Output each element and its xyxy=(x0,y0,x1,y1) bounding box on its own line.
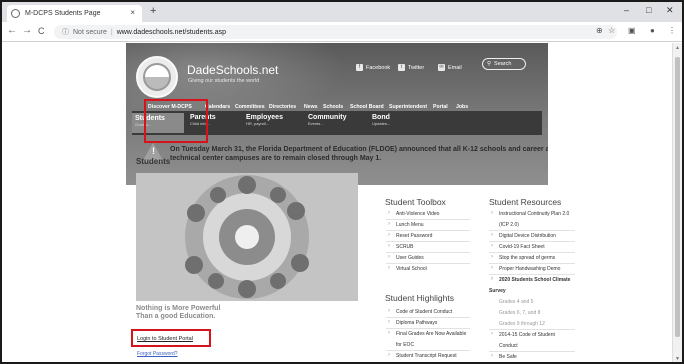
resource-subitem[interactable]: Grades 6, 7, and 8 xyxy=(499,310,540,316)
web-page: DadeSchools.net Giving our students the … xyxy=(2,43,672,362)
highlight-item[interactable]: Code of Student Conduct xyxy=(388,308,452,315)
resource-item-cont[interactable]: Survey xyxy=(489,288,506,294)
account-icon[interactable]: ● xyxy=(650,26,655,35)
address-bar[interactable]: ⓘ Not secure | www.dadeschools.net/stude… xyxy=(54,25,617,39)
toolbox-item[interactable]: Lunch Menu xyxy=(388,221,423,228)
back-icon[interactable]: ← xyxy=(7,25,17,36)
students-motto: Nothing is More Powerful Than a good Edu… xyxy=(136,305,221,320)
highlight-login xyxy=(131,329,211,347)
resource-subitem[interactable]: Grades 4 and 5 xyxy=(499,299,533,305)
resource-item[interactable]: Digital Device Distribution xyxy=(491,232,556,239)
highlight-item-cont[interactable]: for EOC xyxy=(396,342,414,348)
minimize-icon[interactable]: – xyxy=(624,5,629,15)
toolbar: ← → C ⓘ Not secure | www.dadeschools.net… xyxy=(2,22,682,42)
maximize-icon[interactable]: □ xyxy=(646,5,651,15)
menu-item-school-board[interactable]: School Board xyxy=(350,104,384,110)
highlight-item[interactable]: Diploma Pathways xyxy=(388,319,437,326)
url-separator: | xyxy=(110,28,113,36)
site-tagline: Giving our students the world xyxy=(188,78,260,84)
closure-alert: ! On Tuesday March 31, the Florida Depar… xyxy=(142,143,548,163)
resource-item[interactable]: 2014-15 Code of Student xyxy=(491,331,555,338)
close-window-icon[interactable]: ✕ xyxy=(666,5,674,16)
alert-text: On Tuesday March 31, the Florida Departm… xyxy=(170,146,548,162)
info-icon[interactable]: ⓘ xyxy=(62,27,69,37)
resource-item[interactable]: 2020 Students School Climate xyxy=(491,276,570,283)
site-search[interactable]: ⚲ Search xyxy=(482,58,526,70)
menu-item-schools[interactable]: Schools xyxy=(323,104,343,110)
browser-menu-icon[interactable]: ⋮ xyxy=(668,26,676,35)
nav-bond[interactable]: Bond Updates... xyxy=(372,114,390,127)
scroll-thumb[interactable] xyxy=(675,57,680,337)
toolbox-item[interactable]: SCRUB xyxy=(388,243,413,250)
menu-item-directories[interactable]: Directories xyxy=(269,104,296,110)
facebook-icon: f xyxy=(356,64,363,71)
toolbox-heading: Student Toolbox xyxy=(385,197,446,207)
district-logo[interactable] xyxy=(136,56,178,98)
highlight-item[interactable]: Final Grades Are Now Available xyxy=(388,330,466,337)
forgot-password-link[interactable]: Forgot Password? xyxy=(137,351,178,357)
facebook-link[interactable]: f Facebook xyxy=(356,64,390,71)
nav-employees[interactable]: Employees HR, payroll... xyxy=(246,114,283,127)
scroll-up-icon[interactable]: ▲ xyxy=(675,45,680,51)
resource-item[interactable]: Instructional Continuity Plan 2.0 xyxy=(491,210,569,217)
extension-icon[interactable]: ▣ xyxy=(628,26,636,35)
url-text[interactable]: www.dadeschools.net/students.asp xyxy=(117,29,226,36)
toolbox-item[interactable]: Anti-Violence Video xyxy=(388,210,440,217)
menu-item-jobs[interactable]: Jobs xyxy=(456,104,468,110)
security-label: Not secure xyxy=(73,28,107,36)
favicon-icon xyxy=(11,9,20,18)
highlight-item[interactable]: Student Transcript Request xyxy=(388,352,457,359)
twitter-link[interactable]: t Twitter xyxy=(398,64,424,71)
scroll-down-icon[interactable]: ▼ xyxy=(675,356,680,362)
highlights-heading: Student Highlights xyxy=(385,293,454,303)
menu-item-news[interactable]: News xyxy=(304,104,318,110)
toolbox-item[interactable]: Reset Password xyxy=(388,232,432,239)
resource-item[interactable]: Stop the spread of germs xyxy=(491,254,555,261)
resource-item-cont[interactable]: Conduct xyxy=(499,343,518,349)
twitter-icon: t xyxy=(398,64,405,71)
resources-heading: Student Resources xyxy=(489,197,562,207)
resource-item-cont[interactable]: (ICP 2.0) xyxy=(499,222,519,228)
resource-subitem[interactable]: Grades 9 through 12 xyxy=(499,321,545,327)
menu-item-portal[interactable]: Portal xyxy=(433,104,448,110)
email-link[interactable]: ✉ Email xyxy=(438,64,462,71)
new-tab-button[interactable]: + xyxy=(150,5,156,17)
nav-community[interactable]: Community Events... xyxy=(308,114,347,127)
toolbox-item[interactable]: Virtual School xyxy=(388,265,427,272)
page-scrollbar[interactable]: ▲ ▼ xyxy=(672,43,682,362)
resource-item[interactable]: Covid-19 Fact Sheet xyxy=(491,243,545,250)
menu-item-committees[interactable]: Committees xyxy=(235,104,265,110)
menu-item-calendars[interactable]: Calendars xyxy=(205,104,230,110)
students-heading: Students xyxy=(136,157,171,166)
search-label: Search xyxy=(494,61,512,67)
resource-item[interactable]: Proper Handwashing Demo xyxy=(491,265,560,272)
forward-icon[interactable]: → xyxy=(22,25,32,36)
highlight-students-nav xyxy=(144,99,208,143)
search-icon: ⚲ xyxy=(487,61,492,67)
screenshot-frame: M-DCPS Students Page × + – □ ✕ ← → C ⓘ N… xyxy=(0,0,684,364)
bookmark-star-icon[interactable]: ☆ xyxy=(608,26,615,35)
tab-close-icon[interactable]: × xyxy=(130,8,135,17)
tab-title: M-DCPS Students Page xyxy=(25,10,101,17)
toolbox-item[interactable]: User Guides xyxy=(388,254,424,261)
site-brand[interactable]: DadeSchools.net xyxy=(187,63,278,77)
email-icon: ✉ xyxy=(438,64,445,71)
tab-strip: M-DCPS Students Page × + – □ ✕ xyxy=(2,2,682,22)
students-photo xyxy=(136,173,358,301)
zoom-icon[interactable]: ⊕ xyxy=(596,26,603,35)
browser-tab[interactable]: M-DCPS Students Page × xyxy=(7,5,142,22)
reload-icon[interactable]: C xyxy=(38,26,45,36)
resource-item[interactable]: Be Safe xyxy=(491,353,517,360)
menu-item-superintendent[interactable]: Superintendent xyxy=(389,104,427,110)
